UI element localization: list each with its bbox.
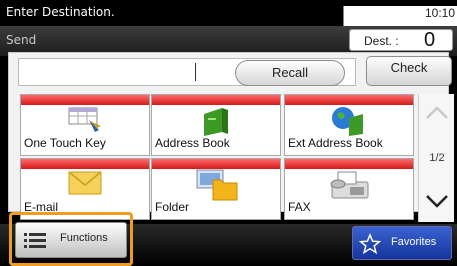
- functions-button[interactable]: Functions: [15, 222, 127, 258]
- favorites-button[interactable]: Favorites: [352, 226, 452, 260]
- tile-label: One Touch Key: [24, 136, 106, 150]
- fax-button[interactable]: FAX: [284, 158, 414, 220]
- destination-label: Dest. :: [364, 34, 399, 48]
- folder-button[interactable]: Folder: [151, 158, 281, 220]
- destination-counter: Dest. : 0: [349, 29, 453, 51]
- star-icon: [359, 233, 381, 255]
- page-indicator: 1/2: [429, 152, 445, 164]
- text-cursor: [195, 63, 196, 81]
- email-icon: [68, 171, 102, 195]
- folder-icon: [196, 169, 238, 201]
- tile-label: Address Book: [155, 136, 230, 150]
- list-icon: [24, 233, 46, 248]
- scroll-down-button[interactable]: [421, 184, 453, 218]
- address-book-button[interactable]: Address Book: [151, 94, 281, 156]
- functions-label: Functions: [60, 232, 108, 244]
- clock: 10:10: [343, 6, 457, 26]
- address-book-icon: [204, 108, 228, 136]
- mode-label: Send: [6, 33, 37, 47]
- ext-address-book-button[interactable]: Ext Address Book: [284, 94, 414, 156]
- recall-button[interactable]: Recall: [235, 60, 345, 86]
- fax-icon: [330, 171, 369, 199]
- tile-label: Folder: [155, 200, 190, 214]
- destination-count: 0: [424, 29, 436, 51]
- check-button[interactable]: Check: [366, 56, 452, 86]
- favorites-label: Favorites: [391, 236, 437, 248]
- tile-label: Ext Address Book: [288, 136, 383, 150]
- page-scroller: 1/2: [418, 94, 454, 222]
- ext-address-book-icon: [332, 107, 363, 136]
- one-touch-key-button[interactable]: One Touch Key: [20, 94, 150, 156]
- email-button[interactable]: E-mail: [20, 158, 150, 220]
- one-touch-key-icon: [68, 107, 101, 132]
- top-bar: Enter Destination. 10:10: [0, 0, 457, 26]
- tile-label: FAX: [288, 200, 311, 214]
- screen-title: Enter Destination.: [6, 5, 115, 19]
- scroll-up-button[interactable]: [421, 96, 453, 130]
